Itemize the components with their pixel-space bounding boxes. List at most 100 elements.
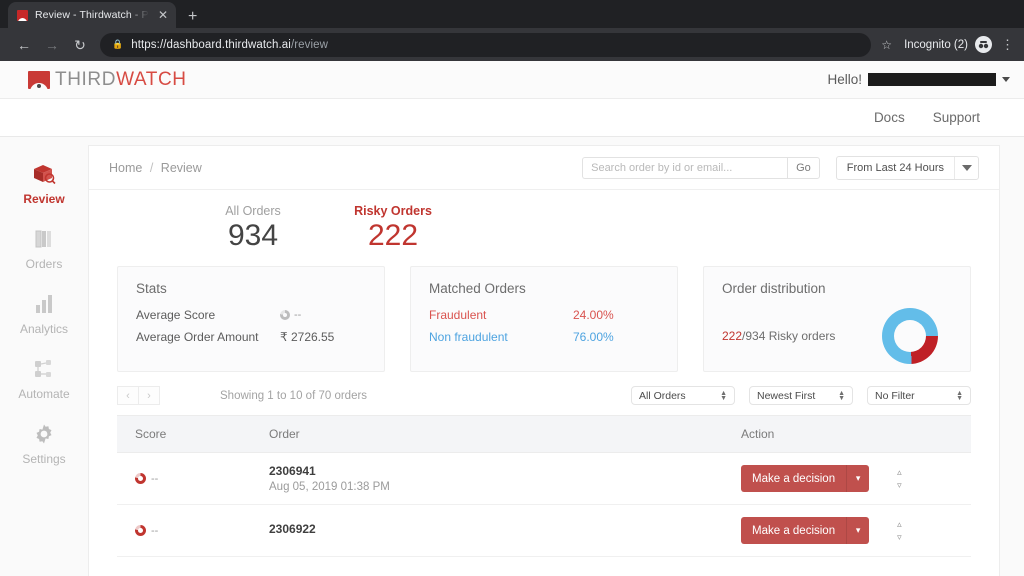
search-go-button[interactable]: Go xyxy=(787,157,820,179)
table-row[interactable]: -- 2306941 Aug 05, 2019 01:38 PM Make a … xyxy=(117,453,971,505)
thirdwatch-favicon-icon xyxy=(17,10,28,21)
make-a-decision-button[interactable]: Make a decision ▾ xyxy=(741,465,869,492)
matched-key-fraudulent: Fraudulent xyxy=(429,308,486,322)
column-header-score: Score xyxy=(117,427,269,441)
user-menu[interactable]: Hello! xyxy=(827,72,1010,87)
distribution-risky-count: 222 xyxy=(722,329,742,343)
list-controls: ‹ › Showing 1 to 10 of 70 orders All Ord… xyxy=(89,372,999,415)
row-expand-toggle[interactable]: ▵ ▿ xyxy=(897,521,902,540)
counters: All Orders 934 Risky Orders 222 xyxy=(89,190,999,260)
stats-value-average-score: -- xyxy=(280,309,366,321)
select-filter[interactable]: No Filter ▲▼ xyxy=(867,386,971,405)
logo-mark-icon xyxy=(28,71,50,89)
row-expand-toggle[interactable]: ▵ ▿ xyxy=(897,469,902,488)
thirdwatch-logo[interactable]: THIRDWATCH xyxy=(28,69,187,91)
new-tab-button[interactable]: + xyxy=(188,9,197,25)
column-header-action: Action xyxy=(741,427,971,441)
score-donut-icon xyxy=(135,473,146,484)
box-search-icon xyxy=(31,161,57,187)
chevron-down-icon[interactable] xyxy=(954,157,978,179)
make-a-decision-label: Make a decision xyxy=(741,517,846,544)
main-panel: Home / Review Go From Last 24 Hours xyxy=(88,145,1000,576)
body-area: Review Orders xyxy=(0,137,1024,576)
sidebar-item-analytics[interactable]: Analytics xyxy=(0,291,88,336)
chevron-down-icon[interactable] xyxy=(1002,77,1010,82)
browser-tab[interactable]: Review - Thirdwatch - Preventi ✕ xyxy=(8,2,176,28)
pagination-next-button[interactable]: › xyxy=(138,386,160,405)
browser-toolbar: ← → ↻ 🔒 https://dashboard.thirdwatch.ai/… xyxy=(0,28,1024,61)
sidebar-item-review[interactable]: Review xyxy=(0,161,88,206)
matched-value-non-fraudulent: 76.00% xyxy=(573,330,614,344)
incognito-avatar-icon[interactable] xyxy=(975,36,992,53)
select-order-type-value: All Orders xyxy=(639,390,686,402)
nav-link-docs[interactable]: Docs xyxy=(874,110,905,125)
table-row[interactable]: -- 2306922 Make a decision ▾ xyxy=(117,505,971,557)
make-a-decision-button[interactable]: Make a decision ▾ xyxy=(741,517,869,544)
summary-cards: Stats Average Score -- Average Order Amo… xyxy=(89,260,999,372)
card-matched-orders: Matched Orders Fraudulent 24.00% Non fra… xyxy=(410,266,678,372)
pagination-prev-button[interactable]: ‹ xyxy=(117,386,139,405)
gear-icon xyxy=(32,421,56,447)
breadcrumb-home[interactable]: Home xyxy=(109,161,142,175)
chevron-up-icon[interactable]: ▵ xyxy=(897,469,902,475)
card-title-stats: Stats xyxy=(136,281,366,296)
back-icon[interactable]: ← xyxy=(10,38,38,52)
row-order-id[interactable]: 2306941 xyxy=(269,464,741,478)
row-order-id[interactable]: 2306922 xyxy=(269,522,741,536)
browser-menu-icon[interactable]: ⋮ xyxy=(1001,38,1014,51)
matched-value-fraudulent: 24.00% xyxy=(573,308,614,322)
stats-amount-text: ₹ 2726.55 xyxy=(280,330,334,344)
logo-text-second: WATCH xyxy=(116,69,187,90)
chevron-down-icon[interactable]: ▿ xyxy=(897,482,902,488)
breadcrumb: Home / Review xyxy=(109,161,202,175)
sidebar-item-orders[interactable]: Orders xyxy=(0,226,88,271)
distribution-text-rest: /934 Risky orders xyxy=(742,329,835,343)
counter-label-all-orders: All Orders xyxy=(183,204,323,218)
address-bar-url: https://dashboard.thirdwatch.ai/review xyxy=(131,39,328,51)
search-input[interactable] xyxy=(582,157,787,179)
stats-value-average-order-amount: ₹ 2726.55 xyxy=(280,330,366,344)
score-donut-icon xyxy=(135,525,146,536)
select-sort-order-value: Newest First xyxy=(757,390,815,402)
stepper-icon: ▲▼ xyxy=(720,391,727,401)
date-range-dropdown[interactable]: From Last 24 Hours xyxy=(836,156,979,180)
table-header: Score Order Action xyxy=(117,415,971,453)
address-bar[interactable]: 🔒 https://dashboard.thirdwatch.ai/review xyxy=(100,33,871,57)
username-redacted xyxy=(868,73,996,86)
chevron-up-icon[interactable]: ▵ xyxy=(897,521,902,527)
close-icon[interactable]: ✕ xyxy=(156,9,170,21)
matched-key-non-fraudulent: Non fraudulent xyxy=(429,330,508,344)
row-order: 2306941 Aug 05, 2019 01:38 PM xyxy=(269,464,741,493)
site-nav: Docs Support xyxy=(0,99,1024,137)
tab-title: Review - Thirdwatch - Preventi xyxy=(35,9,149,21)
page-content: THIRDWATCH Hello! Docs Support xyxy=(0,61,1024,576)
sidebar-item-automate[interactable]: Automate xyxy=(0,356,88,401)
stepper-icon: ▲▼ xyxy=(838,391,845,401)
make-a-decision-label: Make a decision xyxy=(741,465,846,492)
chevron-down-icon[interactable]: ▿ xyxy=(897,534,902,540)
distribution-text: 222/934 Risky orders xyxy=(722,329,835,343)
search-box: Go xyxy=(582,157,820,179)
row-action: Make a decision ▾ ▵ ▿ xyxy=(741,465,971,492)
chevron-down-icon[interactable]: ▾ xyxy=(846,465,869,492)
breadcrumb-current: Review xyxy=(161,161,202,175)
logo-text-first: THIRD xyxy=(55,69,116,90)
logo-text: THIRDWATCH xyxy=(55,69,187,91)
sidebar-item-settings[interactable]: Settings xyxy=(0,421,88,466)
sidebar: Review Orders xyxy=(0,137,88,576)
reload-icon[interactable]: ↻ xyxy=(66,38,94,52)
bookmark-star-icon[interactable]: ☆ xyxy=(881,38,892,52)
pagination: ‹ › xyxy=(117,386,160,405)
order-distribution-donut-chart xyxy=(882,308,938,364)
nav-link-support[interactable]: Support xyxy=(933,110,980,125)
select-sort-order[interactable]: Newest First ▲▼ xyxy=(749,386,853,405)
chevron-down-icon[interactable]: ▾ xyxy=(846,517,869,544)
forward-icon[interactable]: → xyxy=(38,38,66,52)
url-domain: https://dashboard.thirdwatch.ai xyxy=(131,39,291,51)
nodes-icon xyxy=(32,356,56,382)
row-order: 2306922 xyxy=(269,522,741,539)
greeting-label: Hello! xyxy=(827,72,862,87)
select-order-type[interactable]: All Orders ▲▼ xyxy=(631,386,735,405)
row-score: -- xyxy=(117,473,269,485)
url-path: /review xyxy=(291,39,328,51)
